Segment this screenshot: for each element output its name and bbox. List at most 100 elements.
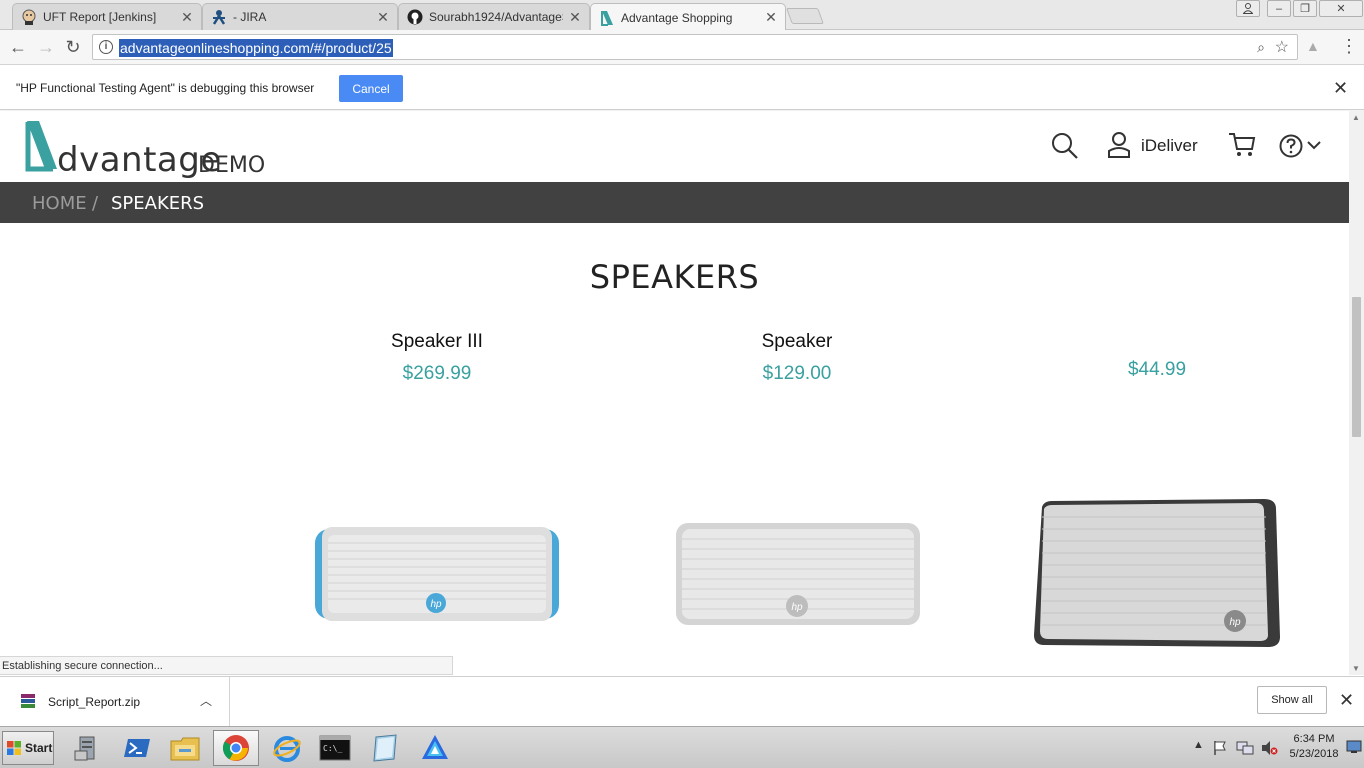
url-text[interactable]: advantageonlineshopping.com/#/product/25 xyxy=(119,39,393,57)
cmd-icon[interactable]: C:\_ xyxy=(312,730,358,766)
speaker-iii-image[interactable]: hp xyxy=(312,521,562,625)
breadcrumb-separator: / xyxy=(92,193,99,214)
debug-infobar: "HP Functional Testing Agent" is debuggi… xyxy=(0,66,1364,110)
close-tab-icon[interactable]: ✕ xyxy=(181,9,193,26)
tab-uft-report[interactable]: UFT Report [Jenkins] ✕ xyxy=(12,3,202,30)
browser-menu-icon[interactable]: ⋮ xyxy=(1340,36,1358,56)
download-file-name[interactable]: Script_Report.zip xyxy=(48,695,140,709)
chrome-icon[interactable] xyxy=(213,730,259,766)
forward-arrow-icon[interactable]: → xyxy=(36,37,56,57)
system-tray: ▲ 6:34 PM 5/23/2018 xyxy=(1188,731,1364,765)
close-tab-icon[interactable]: ✕ xyxy=(569,9,581,26)
clock-date: 5/23/2018 xyxy=(1289,748,1339,760)
product-card[interactable]: $44.99 xyxy=(1017,329,1297,381)
server-manager-icon[interactable] xyxy=(64,730,110,766)
breadcrumb-current: SPEAKERS xyxy=(111,193,205,214)
product-price: $269.99 xyxy=(402,363,472,384)
tab-github[interactable]: Sourabh1924/AdvantageSh ✕ xyxy=(398,3,590,30)
close-tab-icon[interactable]: ✕ xyxy=(377,9,389,26)
advantage-logo[interactable]: dvantage DEMO xyxy=(25,120,285,180)
page-viewport: dvantage DEMO iDeliver HOME / SPEAKERS S… xyxy=(0,111,1349,675)
product-name[interactable]: Speaker xyxy=(657,331,937,355)
hp-uft-icon[interactable] xyxy=(412,730,458,766)
close-tab-icon[interactable]: ✕ xyxy=(765,9,777,26)
show-hidden-icons-icon[interactable]: ▲ xyxy=(1193,739,1204,751)
tab-title: Sourabh1924/AdvantageSh xyxy=(429,10,563,24)
product-card[interactable]: Speaker $129.00 xyxy=(657,331,937,385)
product-name[interactable] xyxy=(1017,329,1297,353)
zip-archive-icon xyxy=(21,694,35,708)
zoom-icon[interactable]: ⌕ xyxy=(1257,39,1265,56)
product-price: $129.00 xyxy=(762,363,832,384)
bookmark-star-icon[interactable]: ☆ xyxy=(1275,37,1289,57)
speaker-image[interactable]: hp xyxy=(672,519,924,629)
user-name[interactable]: iDeliver xyxy=(1141,136,1198,156)
scroll-up-icon[interactable]: ▲ xyxy=(1352,113,1360,122)
svg-text:hp: hp xyxy=(430,599,442,610)
user-icon[interactable] xyxy=(1107,132,1131,158)
info-icon[interactable]: i xyxy=(99,40,113,54)
breadcrumb-home-link[interactable]: HOME xyxy=(32,193,87,214)
scroll-down-icon[interactable]: ▼ xyxy=(1352,664,1360,673)
powershell-icon[interactable] xyxy=(114,730,160,766)
search-icon[interactable] xyxy=(1051,132,1079,160)
extension-icon[interactable]: ▲ xyxy=(1306,38,1320,54)
clock-time: 6:34 PM xyxy=(1293,733,1335,745)
downloads-shelf: Script_Report.zip ︿ Show all ✕ xyxy=(0,676,1364,726)
jenkins-icon xyxy=(21,9,37,25)
cart-icon[interactable] xyxy=(1228,132,1256,158)
infobar-message: "HP Functional Testing Agent" is debuggi… xyxy=(16,81,315,95)
restore-icon[interactable]: ❐ xyxy=(1293,0,1317,17)
clock[interactable]: 6:34 PM 5/23/2018 xyxy=(1284,732,1344,762)
breadcrumb: HOME / SPEAKERS xyxy=(0,182,1349,223)
tab-jira[interactable]: - JIRA ✕ xyxy=(202,3,398,30)
tab-title: - JIRA xyxy=(233,10,267,24)
start-button[interactable]: Start xyxy=(2,731,54,765)
start-label: Start xyxy=(25,741,53,755)
notepad-icon[interactable] xyxy=(362,730,408,766)
minimize-icon[interactable]: – xyxy=(1267,0,1291,17)
chevron-up-icon[interactable]: ︿ xyxy=(200,692,212,709)
window-buttons: – ❐ ✕ xyxy=(1267,0,1363,18)
scrollbar-thumb[interactable] xyxy=(1352,297,1361,437)
internet-explorer-icon[interactable] xyxy=(264,730,310,766)
jira-icon xyxy=(211,9,227,25)
product-card[interactable]: Speaker III $269.99 xyxy=(297,331,577,385)
help-icon[interactable] xyxy=(1279,134,1303,158)
back-arrow-icon[interactable]: ← xyxy=(8,37,28,57)
cancel-debugging-button[interactable]: Cancel xyxy=(339,75,403,102)
status-bubble: Establishing secure connection... xyxy=(0,656,453,675)
product-name[interactable]: Speaker III xyxy=(297,331,577,355)
close-infobar-icon[interactable]: ✕ xyxy=(1333,78,1348,99)
product-price: $44.99 xyxy=(1127,359,1187,380)
page-scrollbar[interactable]: ▲ ▼ xyxy=(1349,111,1364,675)
speaker-image[interactable]: hp xyxy=(1032,497,1284,653)
chevron-down-icon[interactable] xyxy=(1307,140,1321,150)
close-window-icon[interactable]: ✕ xyxy=(1319,0,1363,17)
github-icon xyxy=(407,9,423,25)
address-bar[interactable]: i advantageonlineshopping.com/#/product/… xyxy=(92,34,1298,60)
show-all-downloads-button[interactable]: Show all xyxy=(1257,686,1327,714)
file-explorer-icon[interactable] xyxy=(162,730,208,766)
advantage-icon xyxy=(599,10,615,26)
browser-tab-strip: UFT Report [Jenkins] ✕ - JIRA ✕ Sourabh1… xyxy=(0,0,1364,31)
window-controls xyxy=(1236,0,1260,18)
volume-muted-icon[interactable] xyxy=(1260,740,1278,756)
profile-icon[interactable] xyxy=(1236,0,1260,17)
network-icon[interactable] xyxy=(1236,740,1254,756)
svg-text:hp: hp xyxy=(791,602,803,613)
windows-taskbar: Start C:\_ ▲ 6:34 PM 5/23/2018 xyxy=(0,726,1364,768)
tab-title: UFT Report [Jenkins] xyxy=(43,10,157,24)
tab-advantage-shopping[interactable]: Advantage Shopping ✕ xyxy=(590,3,786,31)
new-tab-button[interactable] xyxy=(786,8,824,24)
reload-icon[interactable]: ↻ xyxy=(63,37,83,57)
show-desktop-icon[interactable] xyxy=(1346,740,1362,754)
download-item[interactable]: Script_Report.zip ︿ xyxy=(0,677,230,726)
tab-title: Advantage Shopping xyxy=(621,10,733,25)
close-downloads-icon[interactable]: ✕ xyxy=(1339,690,1354,711)
action-center-flag-icon[interactable] xyxy=(1212,740,1228,756)
logo-suffix: DEMO xyxy=(198,153,266,178)
browser-toolbar: ← → ↻ i advantageonlineshopping.com/#/pr… xyxy=(0,30,1364,65)
svg-text:C:\_: C:\_ xyxy=(323,744,342,753)
logo-mark-icon xyxy=(25,121,57,172)
